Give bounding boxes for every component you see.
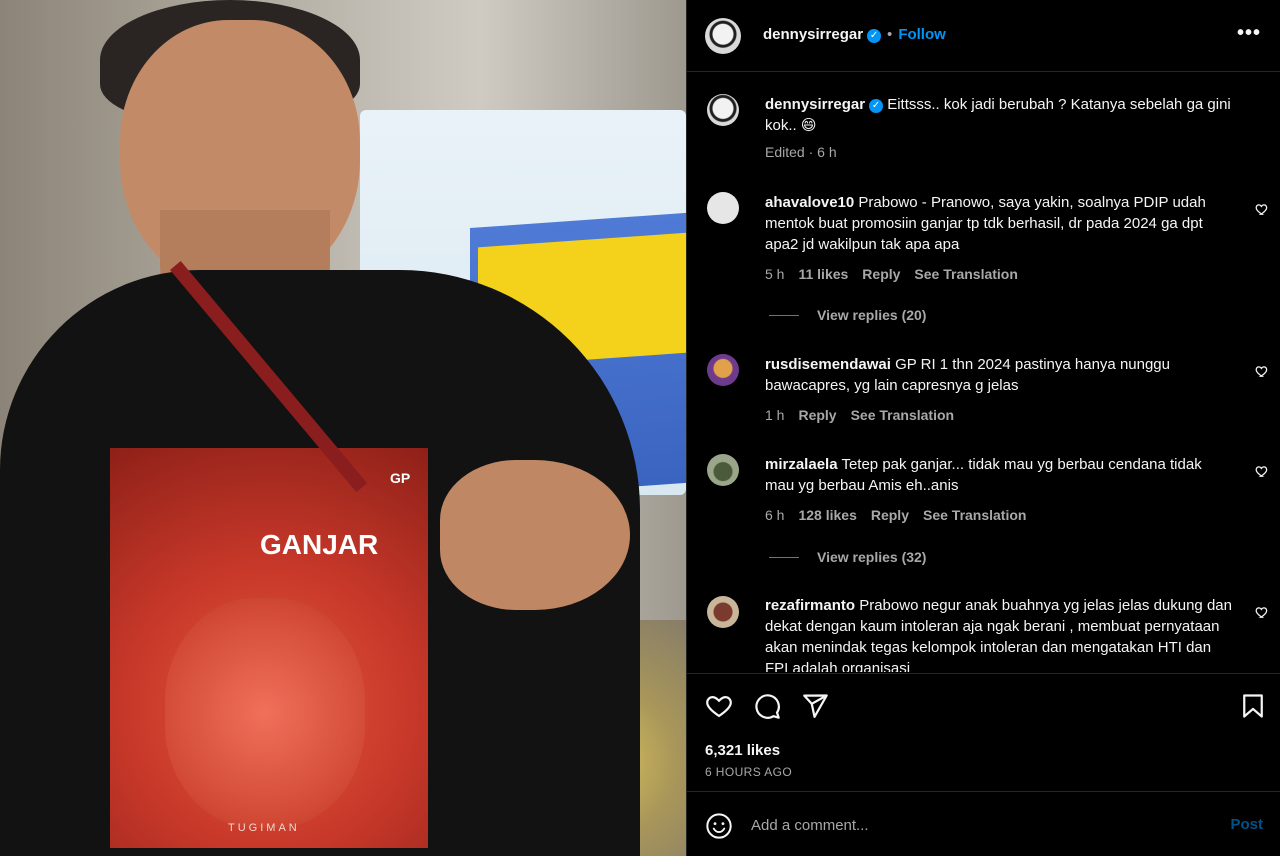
caption-meta: Edited · 6 h — [765, 144, 837, 160]
comment-likes[interactable]: 11 likes — [798, 266, 848, 282]
caption-text-block: dennysirregar ✓ Eittsss.. kok jadi beruba… — [765, 94, 1235, 136]
comment-time: 5 h — [765, 266, 785, 282]
comment-translate-button[interactable]: See Translation — [851, 407, 954, 423]
comment-username[interactable]: ahavalove10 — [765, 194, 854, 211]
caption-username[interactable]: dennysirregar — [765, 96, 865, 113]
post-likes-count[interactable]: 6,321 likes — [705, 742, 780, 759]
comment-text-block: rezafirmanto Prabowo negur anak buahnya … — [765, 595, 1235, 672]
comment-avatar[interactable] — [707, 192, 739, 224]
comment-username[interactable]: mirzalaela — [765, 456, 838, 473]
comment-reply-button[interactable]: Reply — [871, 507, 909, 523]
view-replies-line — [769, 557, 799, 558]
comment-meta: 6 h 128 likes Reply See Translation — [765, 507, 1040, 523]
author-avatar[interactable] — [705, 18, 741, 54]
comment-username[interactable]: rezafirmanto — [765, 597, 855, 614]
view-replies-button[interactable]: View replies (32) — [769, 549, 926, 565]
comment-time: 6 h — [765, 507, 785, 523]
shirt-print-ganjar: GANJAR — [260, 529, 379, 560]
more-options-icon[interactable]: ••• — [1237, 22, 1261, 45]
person-hand — [440, 460, 630, 610]
shirt-print-gp: GP — [390, 470, 411, 486]
author-username[interactable]: dennysirregar — [763, 26, 863, 43]
comment-like-heart-icon[interactable] — [1255, 605, 1269, 619]
comments-list[interactable]: dennysirregar ✓ Eittsss.. kok jadi beruba… — [687, 72, 1280, 672]
comment-reply-button[interactable]: Reply — [862, 266, 900, 282]
comment-like-heart-icon[interactable] — [1255, 464, 1269, 478]
shirt-print-face — [165, 598, 365, 828]
separator-dot: • — [887, 26, 893, 43]
caption-avatar[interactable] — [707, 94, 739, 126]
comment-meta: 1 h Reply See Translation — [765, 407, 968, 423]
verified-badge-icon: ✓ — [869, 99, 884, 113]
comment-bubble-icon[interactable] — [753, 692, 781, 720]
verified-badge-icon: ✓ — [867, 29, 882, 43]
comment-text-block: rusdisemendawai GP RI 1 thn 2024 pastiny… — [765, 354, 1235, 396]
comment-like-heart-icon[interactable] — [1255, 202, 1269, 216]
comment-text-block: ahavalove10 Prabowo - Pranowo, saya yaki… — [765, 192, 1235, 255]
view-replies-label: View replies (32) — [817, 549, 927, 565]
add-comment-input[interactable] — [751, 812, 1191, 838]
view-replies-line — [769, 315, 799, 316]
comment-username[interactable]: rusdisemendawai — [765, 356, 891, 373]
shirt-print-bottom-text: TUGIMAN — [228, 822, 300, 834]
post-header: dennysirregar ✓ • Follow ••• — [687, 0, 1280, 72]
view-replies-label: View replies (20) — [817, 307, 927, 323]
share-send-icon[interactable] — [801, 692, 829, 720]
view-replies-button[interactable]: View replies (20) — [769, 307, 926, 323]
comment-avatar[interactable] — [707, 354, 739, 386]
emoji-icon[interactable] — [705, 812, 733, 840]
comment-avatar[interactable] — [707, 596, 739, 628]
save-bookmark-icon[interactable] — [1239, 692, 1267, 720]
comment-likes[interactable]: 128 likes — [798, 507, 856, 523]
comment-time: 1 h — [765, 407, 785, 423]
post-time-ago: 6 HOURS AGO — [705, 765, 793, 779]
add-comment-bar: Post — [687, 791, 1280, 856]
comment-text-block: mirzalaela Tetep pak ganjar... tidak mau… — [765, 454, 1235, 496]
post-image[interactable]: GP GANJAR TUGIMAN — [0, 0, 686, 856]
comment-meta: 5 h 11 likes Reply See Translation — [765, 266, 1032, 282]
comment-reply-button[interactable]: Reply — [798, 407, 836, 423]
post-comment-button[interactable]: Post — [1230, 816, 1263, 833]
shirt-print: GP GANJAR TUGIMAN — [110, 448, 428, 848]
comment-avatar[interactable] — [707, 454, 739, 486]
follow-button[interactable]: Follow — [898, 26, 946, 43]
post-header-user: dennysirregar ✓ • Follow — [763, 26, 946, 44]
comment-translate-button[interactable]: See Translation — [914, 266, 1017, 282]
like-heart-icon[interactable] — [705, 692, 733, 720]
post-panel: dennysirregar ✓ • Follow ••• dennysirregar ✓… — [686, 0, 1280, 856]
comment-like-heart-icon[interactable] — [1255, 364, 1269, 378]
comment-translate-button[interactable]: See Translation — [923, 507, 1026, 523]
action-bar: 6,321 likes 6 HOURS AGO — [687, 673, 1280, 791]
